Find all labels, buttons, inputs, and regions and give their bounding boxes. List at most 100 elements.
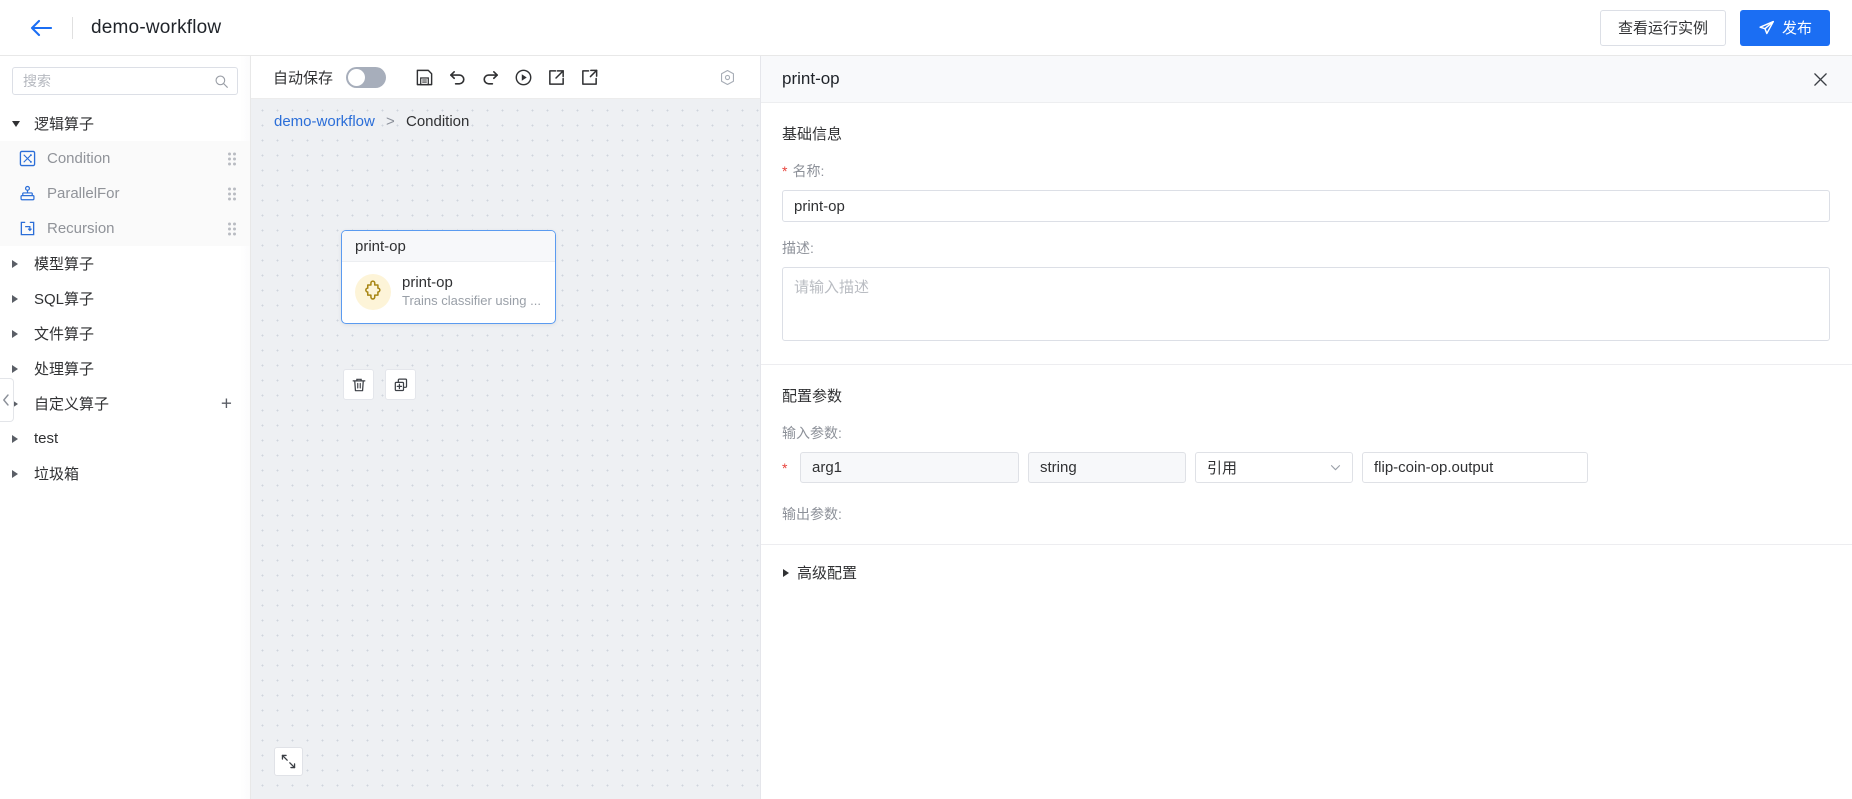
name-field-label: * 名称:	[782, 161, 1830, 181]
sidebar-item-parallelfor[interactable]: ParallelFor	[0, 176, 250, 211]
publish-button[interactable]: 发布	[1739, 9, 1830, 46]
drag-handle-icon[interactable]	[228, 222, 236, 235]
redo-button[interactable]	[474, 62, 507, 92]
export-icon	[549, 69, 564, 85]
export-button[interactable]	[540, 62, 573, 92]
sidebar-group-custom[interactable]: 自定义算子 +	[0, 386, 250, 421]
input-param-row: * 引用	[782, 452, 1830, 483]
breadcrumb-root[interactable]: demo-workflow	[274, 113, 375, 130]
back-button[interactable]	[26, 13, 56, 43]
output-params-label: 输出参数:	[782, 506, 842, 522]
recursion-icon	[18, 220, 36, 238]
sidebar-group-label: test	[34, 430, 59, 447]
app-body: 逻辑算子 Condition	[0, 56, 1852, 799]
sidebar-group-file[interactable]: 文件算子	[0, 316, 250, 351]
send-icon	[1759, 20, 1775, 35]
panel-body: 基础信息 * 名称: 描述: 配置参数 输入参数:	[761, 103, 1852, 799]
autosave-label: 自动保存	[273, 69, 334, 87]
fit-view-button[interactable]	[274, 747, 303, 776]
config-params-section: 配置参数 输入参数: * 引用 输	[761, 365, 1852, 524]
sidebar-group-process[interactable]: 处理算子	[0, 351, 250, 386]
config-params-title: 配置参数	[782, 388, 843, 405]
sidebar-item-recursion[interactable]: Recursion	[0, 211, 250, 246]
chevron-down-icon	[1330, 465, 1341, 471]
chevron-right-icon	[783, 568, 789, 577]
search-box[interactable]	[12, 67, 238, 95]
import-button[interactable]	[573, 62, 606, 92]
description-textarea[interactable]	[782, 267, 1830, 341]
add-custom-operator-button[interactable]: +	[221, 394, 232, 413]
description-field-label: 描述:	[782, 238, 1830, 258]
node-subtitle: Trains classifier using ...	[402, 293, 541, 308]
sidebar-item-label: Recursion	[47, 220, 115, 237]
search-input[interactable]	[23, 73, 214, 89]
param-name-input[interactable]	[800, 452, 1019, 483]
settings-button[interactable]	[711, 62, 744, 92]
drag-handle-icon[interactable]	[228, 152, 236, 165]
autosave-toggle[interactable]	[346, 66, 387, 88]
breadcrumb: demo-workflow > Condition	[274, 113, 469, 130]
arrow-left-icon	[30, 19, 52, 36]
chevron-right-icon	[12, 434, 34, 443]
param-source-select[interactable]: 引用	[1195, 452, 1353, 483]
toolbar-right	[606, 62, 760, 92]
run-icon	[515, 69, 532, 85]
operator-sidebar: 逻辑算子 Condition	[0, 56, 251, 799]
operator-tree: 逻辑算子 Condition ParallelFor Recursion 模型算…	[0, 105, 250, 799]
name-input[interactable]	[782, 190, 1830, 222]
workflow-canvas[interactable]: demo-workflow > Condition print-op print	[251, 99, 760, 799]
required-marker: *	[782, 459, 788, 476]
redo-icon	[483, 70, 498, 85]
settings-hex-icon	[720, 69, 735, 85]
advanced-config-toggle[interactable]: 高级配置	[761, 562, 1852, 583]
close-icon	[1813, 72, 1827, 86]
canvas-toolbar: 自动保存	[251, 56, 760, 99]
undo-icon	[450, 70, 465, 85]
sidebar-group-label: SQL算子	[34, 291, 95, 308]
chevron-right-icon	[12, 259, 34, 268]
param-source-value: 引用	[1207, 460, 1238, 477]
param-type-input[interactable]	[1028, 452, 1186, 483]
toggle-knob	[348, 68, 366, 86]
basic-info-title: 基础信息	[782, 126, 843, 143]
sidebar-group-label: 自定义算子	[34, 396, 110, 413]
save-icon	[416, 69, 433, 85]
duplicate-node-button[interactable]	[385, 369, 416, 400]
sidebar-item-label: Condition	[47, 150, 111, 167]
app-root: demo-workflow 查看运行实例 发布 搜索 逻辑算子 Conditio…	[0, 0, 1852, 799]
parallel-for-icon	[18, 185, 36, 203]
header-divider	[72, 16, 73, 39]
run-button[interactable]	[507, 62, 540, 92]
sidebar-search-wrap	[0, 56, 250, 105]
drag-handle-icon[interactable]	[228, 187, 236, 200]
view-run-instances-button[interactable]: 查看运行实例	[1599, 9, 1726, 46]
page-title: demo-workflow	[91, 16, 222, 38]
node-title: print-op	[402, 274, 453, 291]
sidebar-item-condition[interactable]: Condition	[0, 141, 250, 176]
chevron-right-icon	[12, 329, 34, 338]
save-button[interactable]	[408, 62, 441, 92]
node-action-bar	[343, 369, 416, 400]
node-avatar	[355, 273, 391, 310]
undo-button[interactable]	[441, 62, 474, 92]
sidebar-group-label: 文件算子	[34, 326, 95, 343]
panel-header: print-op	[761, 56, 1852, 103]
workflow-node-print-op[interactable]: print-op print-op Trains classifier usin…	[341, 230, 556, 324]
description-label-text: 描述:	[782, 240, 814, 256]
sidebar-group-model[interactable]: 模型算子	[0, 246, 250, 281]
param-value-input[interactable]	[1362, 452, 1588, 483]
panel-close-button[interactable]	[1808, 67, 1832, 91]
copy-plus-icon	[394, 378, 407, 391]
sidebar-group-test[interactable]: test	[0, 421, 250, 456]
sidebar-group-label: 模型算子	[34, 256, 95, 273]
search-icon	[215, 75, 228, 88]
panel-collapse-button[interactable]	[0, 377, 14, 422]
chevron-right-icon	[12, 469, 34, 478]
delete-node-button[interactable]	[343, 369, 374, 400]
chevron-left-icon	[3, 393, 9, 406]
trash-icon	[352, 378, 365, 391]
sidebar-group-logic[interactable]: 逻辑算子	[0, 106, 250, 141]
sidebar-group-sql[interactable]: SQL算子	[0, 281, 250, 316]
sidebar-group-trash[interactable]: 垃圾箱	[0, 456, 250, 491]
name-label-text: 名称:	[792, 163, 825, 179]
